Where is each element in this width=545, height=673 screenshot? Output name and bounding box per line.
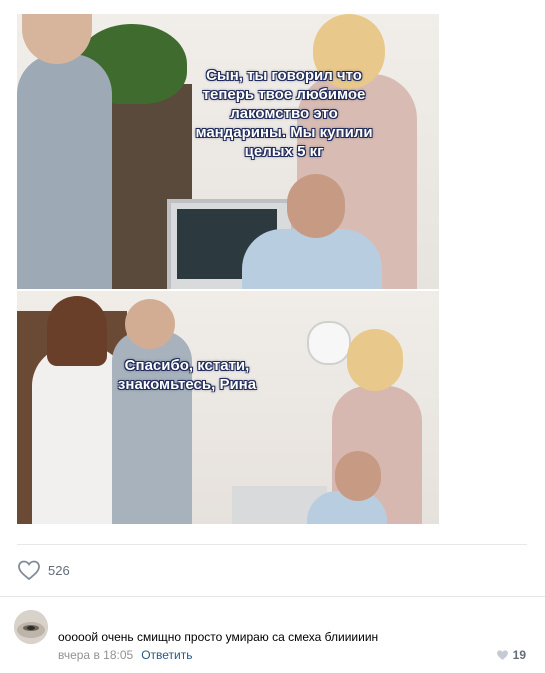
father-figure bbox=[242, 229, 382, 289]
comment-like-count: 19 bbox=[512, 648, 526, 662]
reply-link[interactable]: Ответить bbox=[141, 648, 192, 662]
comments-divider bbox=[0, 596, 545, 597]
avatar[interactable] bbox=[14, 610, 48, 644]
father-head-2 bbox=[335, 451, 381, 501]
comment: oooooй очень смищно просто умираю са сме… bbox=[14, 608, 534, 668]
mother-head-2 bbox=[347, 329, 403, 391]
heart-icon bbox=[17, 559, 41, 581]
comment-like-button[interactable]: 19 bbox=[496, 648, 526, 662]
father-head bbox=[287, 174, 345, 238]
post-divider bbox=[17, 544, 527, 545]
meme-caption-bottom: Спасибо, кстати, знакомьтесь, Рина bbox=[117, 357, 257, 393]
comment-meta: вчера в 18:05 Ответить bbox=[58, 648, 192, 662]
meme-panel-bottom bbox=[17, 291, 439, 524]
son-figure bbox=[17, 54, 112, 289]
like-button[interactable]: 526 bbox=[17, 558, 70, 582]
son-head-2 bbox=[125, 299, 175, 349]
post-image[interactable]: Сын, ты говорил что теперь твое любимое … bbox=[17, 14, 439, 524]
wall-clock bbox=[307, 321, 351, 365]
comment-time: вчера в 18:05 bbox=[58, 648, 134, 662]
comment-text: oooooй очень смищно просто умираю са сме… bbox=[58, 630, 379, 644]
heart-icon bbox=[496, 650, 508, 660]
meme-caption-top: Сын, ты говорил что теперь твое любимое … bbox=[195, 67, 373, 160]
like-count: 526 bbox=[48, 562, 70, 578]
